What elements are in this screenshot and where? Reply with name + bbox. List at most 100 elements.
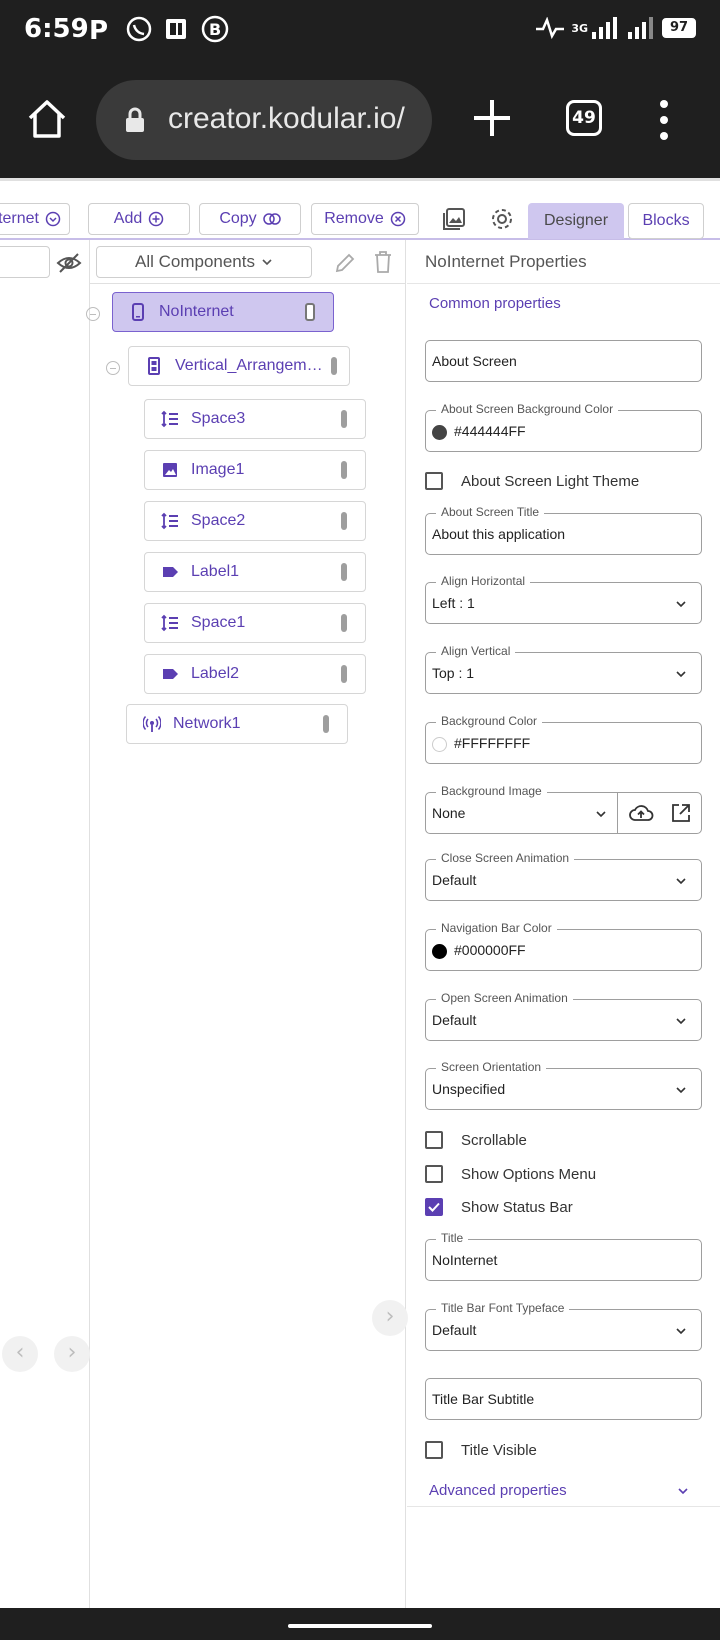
scrollable-checkbox[interactable] xyxy=(425,1131,443,1149)
home-gesture-pill[interactable] xyxy=(288,1624,432,1628)
drag-handle[interactable] xyxy=(305,303,315,321)
align-vertical-select[interactable]: Align Vertical Top : 1 xyxy=(425,644,702,694)
chevron-right-icon[interactable]: › xyxy=(54,1336,90,1372)
address-bar[interactable]: creator.kodular.io/ xyxy=(96,80,432,160)
checkbox-label: Show Options Menu xyxy=(461,1166,597,1183)
gear-icon[interactable] xyxy=(488,205,516,233)
tree-node-label: Image1 xyxy=(191,461,245,478)
about-screen-field[interactable]: About Screen xyxy=(425,340,702,382)
tree-node-label: Space2 xyxy=(191,512,246,529)
space-icon xyxy=(161,410,178,428)
signal-icon xyxy=(592,17,617,39)
show-status-bar-checkbox[interactable] xyxy=(425,1198,443,1216)
show-options-menu-checkbox[interactable] xyxy=(425,1165,443,1183)
field-label: Title xyxy=(436,1231,469,1245)
trash-icon[interactable] xyxy=(372,250,394,274)
checkbox-label: About Screen Light Theme xyxy=(461,473,640,490)
collapse-toggle-screen[interactable] xyxy=(86,307,100,321)
home-icon[interactable] xyxy=(26,98,68,140)
remove-screen-button[interactable]: Remove xyxy=(311,203,419,235)
tab-designer[interactable]: Designer xyxy=(528,203,624,239)
add-circle-icon xyxy=(148,211,164,227)
component-filter-label: All Components xyxy=(134,252,255,271)
title-font-select[interactable]: Title Bar Font Typeface Default xyxy=(425,1301,702,1351)
space-icon xyxy=(161,512,178,530)
tree-node-label1[interactable]: Label1 xyxy=(144,552,366,592)
overflow-menu-icon[interactable] xyxy=(652,98,676,142)
field-label: Screen Orientation xyxy=(436,1060,547,1074)
drag-handle[interactable] xyxy=(341,665,347,683)
screen: 6:59 P B 3G 97 creator.kodular.io/ 49 No… xyxy=(0,0,720,1640)
field-value: Left : 1 xyxy=(432,595,475,611)
bg-color-field[interactable]: Background Color #FFFFFFFF xyxy=(425,714,702,764)
add-screen-button[interactable]: Add xyxy=(88,203,190,235)
tab-blocks[interactable]: Blocks xyxy=(628,203,704,239)
about-title-field[interactable]: About Screen Title About this applicatio… xyxy=(425,505,702,555)
palette-search-input[interactable] xyxy=(0,246,50,278)
news-icon xyxy=(166,19,186,39)
tree-node-screen[interactable]: NoInternet xyxy=(112,292,334,332)
pencil-icon[interactable] xyxy=(334,252,356,274)
screen-orientation-select[interactable]: Screen Orientation Unspecified xyxy=(425,1060,702,1110)
drag-handle[interactable] xyxy=(341,410,347,428)
chevron-down-icon xyxy=(676,1018,686,1025)
advanced-properties-link[interactable]: Advanced properties xyxy=(429,1482,567,1499)
new-tab-icon[interactable] xyxy=(470,96,514,140)
tab-switcher-button[interactable]: 49 xyxy=(566,100,602,136)
tree-node-network1[interactable]: Network1 xyxy=(126,704,348,744)
drag-handle[interactable] xyxy=(341,512,347,530)
tree-node-label: Space3 xyxy=(191,410,246,427)
color-swatch xyxy=(432,944,447,959)
designer-toolbar: NoInternet Add Copy Remove Designer Bloc… xyxy=(0,178,720,240)
tree-node-arrangement[interactable]: Vertical_Arrangement1 xyxy=(128,346,350,386)
common-properties-link[interactable]: Common properties xyxy=(429,295,561,312)
drag-handle[interactable] xyxy=(341,461,347,479)
properties-panel: NoInternet Properties Common properties … xyxy=(407,240,720,1608)
field-label: Open Screen Animation xyxy=(436,991,573,1005)
field-value: Default xyxy=(432,872,477,888)
bg-image-select[interactable]: None xyxy=(426,793,618,833)
drag-handle[interactable] xyxy=(323,715,329,733)
tree-node-image1[interactable]: Image1 xyxy=(144,450,366,490)
chevron-right-icon[interactable]: › xyxy=(372,1300,408,1336)
about-light-theme-checkbox[interactable] xyxy=(425,472,443,490)
chevron-down-icon xyxy=(676,671,686,678)
drag-handle[interactable] xyxy=(341,614,347,632)
field-value: None xyxy=(432,805,466,821)
align-horizontal-select[interactable]: Align Horizontal Left : 1 xyxy=(425,574,702,624)
palette-panel: ‹ › xyxy=(0,240,90,1608)
chevron-left-icon[interactable]: ‹ xyxy=(2,1336,38,1372)
field-label: Align Vertical xyxy=(436,644,516,658)
field-value: Default xyxy=(432,1322,477,1338)
gallery-icon[interactable] xyxy=(440,205,468,233)
checkbox-label: Scrollable xyxy=(461,1132,527,1149)
component-filter-select[interactable]: All Components xyxy=(96,246,312,278)
title-visible-checkbox[interactable] xyxy=(425,1441,443,1459)
drag-handle[interactable] xyxy=(331,357,337,375)
collapse-toggle-arrangement[interactable] xyxy=(106,361,120,375)
field-label: Title Bar Font Typeface xyxy=(436,1301,570,1315)
copy-screen-button[interactable]: Copy xyxy=(199,203,301,235)
screen-select[interactable]: NoInternet xyxy=(0,203,70,235)
about-bg-color-field[interactable]: About Screen Background Color #444444FF xyxy=(425,402,702,452)
status-time: 6:59 xyxy=(24,14,89,44)
image-icon xyxy=(163,463,177,477)
open-external-icon[interactable] xyxy=(670,802,692,824)
tree-node-label2[interactable]: Label2 xyxy=(144,654,366,694)
chevron-down-icon[interactable] xyxy=(677,1485,689,1497)
title-subtitle-placeholder: Title Bar Subtitle xyxy=(432,1391,535,1407)
tree-node-space1[interactable]: Space1 xyxy=(144,603,366,643)
tree-node-label: Label1 xyxy=(191,563,240,580)
cloud-upload-icon[interactable] xyxy=(628,802,654,824)
nav-bar-color-field[interactable]: Navigation Bar Color #000000FF xyxy=(425,921,702,971)
open-animation-select[interactable]: Open Screen Animation Default xyxy=(425,991,702,1041)
title-field[interactable]: Title NoInternet xyxy=(425,1231,702,1281)
title-subtitle-field[interactable]: Title Bar Subtitle xyxy=(425,1378,702,1420)
drag-handle[interactable] xyxy=(341,563,347,581)
tree-node-space2[interactable]: Space2 xyxy=(144,501,366,541)
browser-toolbar: creator.kodular.io/ 49 xyxy=(0,64,720,178)
bg-image-field: Background Image None xyxy=(425,784,702,834)
close-animation-select[interactable]: Close Screen Animation Default xyxy=(425,851,702,901)
eye-off-icon[interactable] xyxy=(56,250,82,276)
tree-node-space3[interactable]: Space3 xyxy=(144,399,366,439)
